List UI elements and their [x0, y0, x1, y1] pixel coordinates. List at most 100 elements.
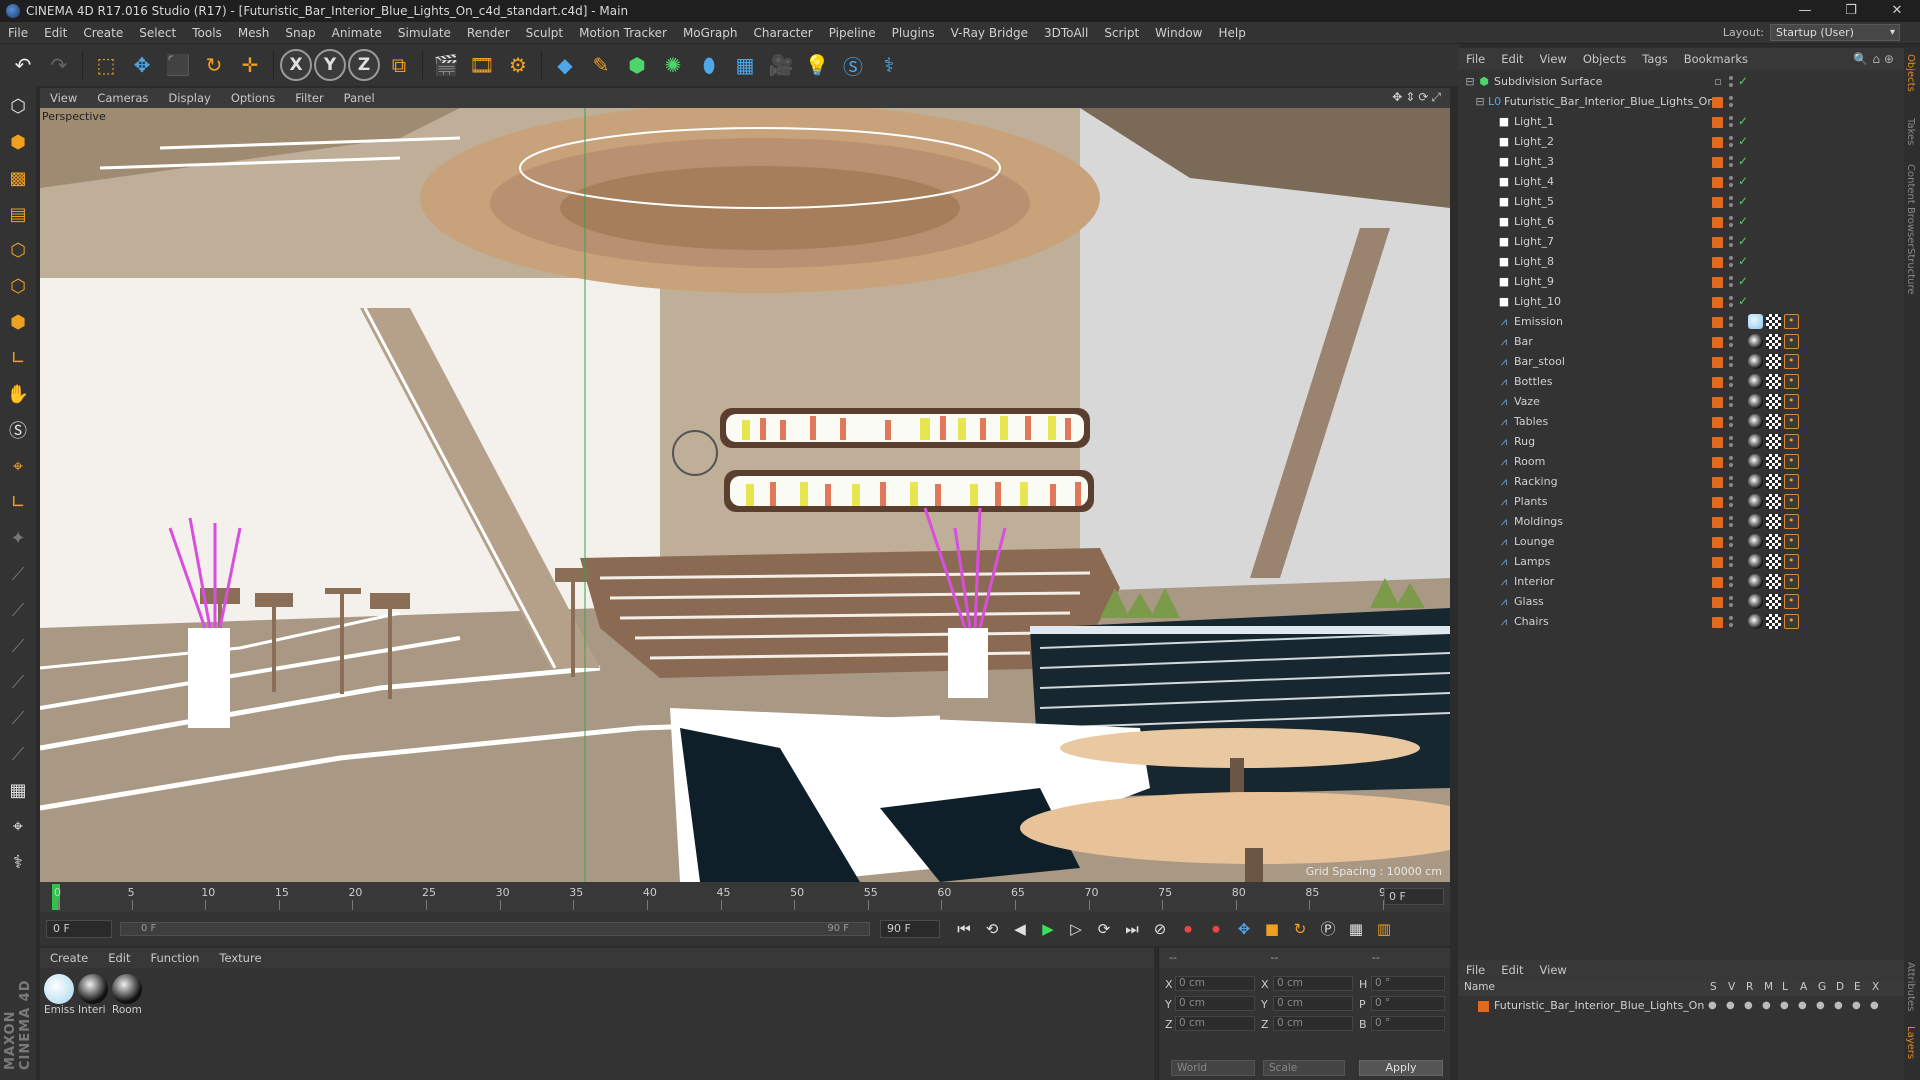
texture-tag-icon[interactable]	[1766, 554, 1781, 569]
menu-help[interactable]: Help	[1210, 22, 1253, 44]
visibility-dots[interactable]	[1728, 94, 1734, 110]
visibility-dots[interactable]	[1728, 454, 1734, 470]
object-row[interactable]: ⩘ Interior	[1458, 572, 1904, 592]
visibility-dots[interactable]	[1728, 214, 1734, 230]
layer-color-chip[interactable]	[1712, 277, 1723, 288]
object-row[interactable]: ⩘ Moldings	[1458, 512, 1904, 532]
layer-color-chip[interactable]	[1712, 317, 1723, 328]
layer-toggle-icon[interactable]: ●	[1834, 1000, 1843, 1011]
object-row-light[interactable]: ■ Light_7 ✓	[1458, 232, 1904, 252]
object-row[interactable]: ⩘ Room	[1458, 452, 1904, 472]
object-row-light[interactable]: ■ Light_1 ✓	[1458, 112, 1904, 132]
layer-color-chip[interactable]	[1712, 257, 1723, 268]
transform-icon[interactable]: ✛	[233, 48, 267, 82]
visibility-dots[interactable]	[1728, 514, 1734, 530]
lm-menu-view[interactable]: View	[1532, 963, 1575, 977]
layer-toggle-icon[interactable]: ●	[1708, 1000, 1717, 1011]
object-row-light[interactable]: ■ Light_2 ✓	[1458, 132, 1904, 152]
object-row[interactable]: ⩘ Tables	[1458, 412, 1904, 432]
selection-tag-icon[interactable]	[1784, 614, 1799, 629]
viewport-menu-display[interactable]: Display	[158, 91, 220, 105]
timeline-window-icon[interactable]: ▥	[1372, 917, 1396, 941]
sculpt-pull-icon[interactable]: ⟋	[3, 558, 33, 590]
menu-edit[interactable]: Edit	[36, 22, 75, 44]
floor-icon[interactable]: ▦	[728, 48, 762, 82]
visibility-dots[interactable]	[1728, 114, 1734, 130]
enabled-check-icon[interactable]: ✓	[1738, 214, 1748, 228]
apply-button[interactable]: Apply	[1359, 1060, 1443, 1076]
sculpt-flatten-icon[interactable]: ⟋	[3, 666, 33, 698]
selection-tag-icon[interactable]	[1784, 554, 1799, 569]
undo-icon[interactable]: ↶	[6, 48, 40, 82]
workplane-icon[interactable]: ∟	[3, 486, 33, 518]
layer-toggle-icon[interactable]: ●	[1726, 1000, 1735, 1011]
layer-row[interactable]: Futuristic_Bar_Interior_Blue_Lights_On ●…	[1458, 998, 1904, 1014]
material-tag-icon[interactable]	[1748, 414, 1763, 429]
object-row[interactable]: ⩘ Glass	[1458, 592, 1904, 612]
cube-icon[interactable]: ◆	[548, 48, 582, 82]
tweak-mode-icon[interactable]: ✋	[3, 378, 33, 410]
side-tab-attributes[interactable]: Attributes	[1905, 962, 1916, 1011]
sculpt-pinch-icon[interactable]: ⟋	[3, 738, 33, 770]
sculpt-smooth-icon[interactable]: ⟋	[3, 594, 33, 626]
material-tag-icon[interactable]	[1748, 434, 1763, 449]
collapse-icon[interactable]: ⊟	[1464, 76, 1476, 88]
menu-tools[interactable]: Tools	[184, 22, 230, 44]
layer-color-chip[interactable]	[1712, 457, 1723, 468]
collapse-icon[interactable]: ⊟	[1474, 96, 1486, 108]
visibility-dots[interactable]	[1728, 234, 1734, 250]
autokeying-icon[interactable]: ⏺	[1204, 917, 1228, 941]
sculpt-inflate-icon[interactable]: ⟋	[3, 702, 33, 734]
viewport-menu-view[interactable]: View	[40, 91, 87, 105]
visibility-dots[interactable]	[1728, 574, 1734, 590]
visibility-dots[interactable]	[1728, 614, 1734, 630]
menu-snap[interactable]: Snap	[277, 22, 323, 44]
material-swatch[interactable]: Interi	[78, 974, 110, 1016]
visibility-dots[interactable]	[1728, 494, 1734, 510]
enabled-check-icon[interactable]: ✓	[1738, 74, 1748, 88]
object-row[interactable]: ⩘ Plants	[1458, 492, 1904, 512]
om-menu-bookmarks[interactable]: Bookmarks	[1676, 52, 1756, 66]
object-row[interactable]: ⩘ Bottles	[1458, 372, 1904, 392]
layer-color-chip[interactable]	[1712, 237, 1723, 248]
object-row[interactable]: ⩘ Vaze	[1458, 392, 1904, 412]
current-frame-field[interactable]: 0 F	[46, 920, 112, 938]
om-menu-edit[interactable]: Edit	[1493, 52, 1531, 66]
material-tag-icon[interactable]	[1748, 354, 1763, 369]
material-tag-icon[interactable]	[1748, 454, 1763, 469]
visibility-dots[interactable]	[1728, 474, 1734, 490]
texture-tag-icon[interactable]	[1766, 374, 1781, 389]
axis-mode-icon[interactable]: ∟	[3, 342, 33, 374]
viewport-menu-cameras[interactable]: Cameras	[87, 91, 158, 105]
texture-tag-icon[interactable]	[1766, 454, 1781, 469]
rotate-icon[interactable]: ↻	[197, 48, 231, 82]
visibility-dots[interactable]	[1728, 274, 1734, 290]
lm-menu-file[interactable]: File	[1458, 963, 1493, 977]
menu-vray-bridge[interactable]: V-Ray Bridge	[943, 22, 1036, 44]
coordinate-space-dropdown[interactable]: World	[1171, 1060, 1255, 1076]
material-tag-icon[interactable]	[1748, 534, 1763, 549]
layer-color-chip[interactable]	[1712, 597, 1723, 608]
layer-color-chip[interactable]	[1712, 217, 1723, 228]
enabled-check-icon[interactable]: ✓	[1738, 154, 1748, 168]
sculpt-grab-icon[interactable]: ⟋	[3, 630, 33, 662]
visibility-dots[interactable]	[1728, 334, 1734, 350]
selection-tag-icon[interactable]	[1784, 334, 1799, 349]
object-row-light[interactable]: ■ Light_4 ✓	[1458, 172, 1904, 192]
material-tag-icon[interactable]	[1748, 614, 1763, 629]
material-tag-icon[interactable]	[1748, 494, 1763, 509]
edges-mode-icon[interactable]: ⬡	[3, 270, 33, 302]
layer-color-chip[interactable]	[1712, 417, 1723, 428]
close-button[interactable]: ✕	[1874, 0, 1920, 22]
material-tag-icon[interactable]	[1748, 474, 1763, 489]
menu-create[interactable]: Create	[75, 22, 131, 44]
next-frame-icon[interactable]: ▷	[1064, 917, 1088, 941]
visibility-dots[interactable]	[1728, 154, 1734, 170]
object-row[interactable]: ⩘ Lamps	[1458, 552, 1904, 572]
vray-icon[interactable]: Ⓢ	[836, 48, 870, 82]
object-row[interactable]: ⩘ Emission	[1458, 312, 1904, 332]
keyframe-selection-icon[interactable]: ✥	[1232, 917, 1256, 941]
layer-color-chip[interactable]	[1712, 577, 1723, 588]
enabled-check-icon[interactable]: ✓	[1738, 114, 1748, 128]
visibility-dots[interactable]	[1728, 414, 1734, 430]
